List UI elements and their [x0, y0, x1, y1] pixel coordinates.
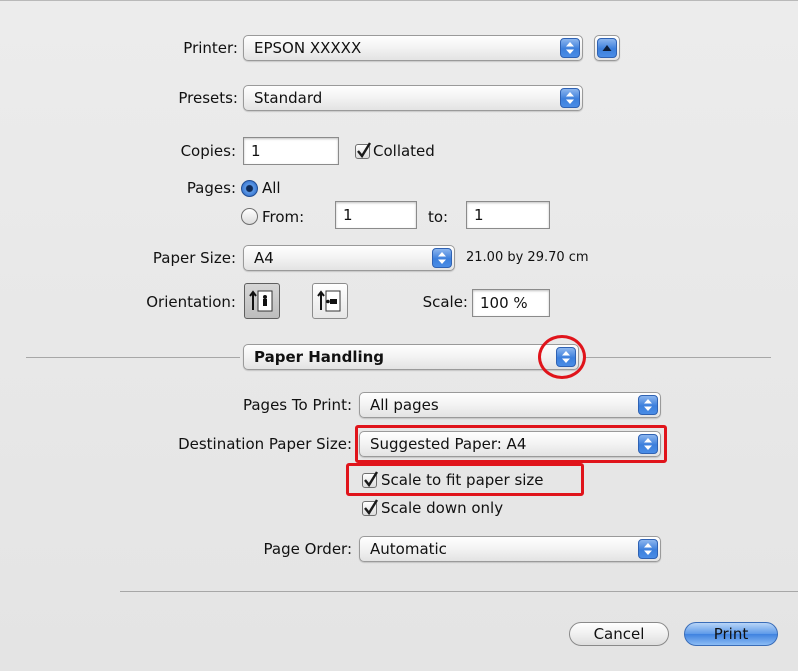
scale-down-only-label: Scale down only	[381, 499, 504, 517]
printer-label: Printer:	[183, 39, 238, 57]
portrait-icon	[249, 290, 273, 312]
checkmark-icon	[364, 499, 379, 516]
disclosure-triangle-icon	[597, 38, 617, 58]
scale-field[interactable]: 100 %	[472, 289, 550, 317]
page-order-popup[interactable]: Automatic	[359, 536, 661, 562]
popup-arrows-icon	[638, 395, 658, 415]
printer-popup[interactable]: EPSON XXXXX	[243, 35, 583, 61]
pages-to-print-label: Pages To Print:	[242, 396, 352, 414]
popup-arrows-icon	[638, 539, 658, 559]
popup-arrows-icon	[560, 88, 580, 108]
disclosure-button[interactable]	[594, 35, 620, 61]
paper-size-label: Paper Size:	[152, 249, 236, 267]
highlight-circle	[538, 335, 586, 379]
pages-from-field[interactable]: 1	[335, 201, 417, 229]
collated-label: Collated	[373, 142, 435, 160]
pages-all-radio[interactable]	[241, 180, 258, 197]
page-order-value: Automatic	[370, 540, 447, 558]
highlight-box-destination	[355, 425, 667, 463]
pages-to-label: to:	[428, 208, 449, 226]
pages-from-value: 1	[343, 206, 353, 224]
orientation-landscape-button[interactable]	[312, 283, 348, 319]
separator-left	[26, 357, 240, 358]
pages-label: Pages:	[186, 179, 236, 197]
presets-label: Presets:	[178, 89, 238, 107]
panel-popup[interactable]: Paper Handling	[243, 344, 579, 370]
copies-value: 1	[251, 142, 261, 160]
pages-from-radio[interactable]	[241, 208, 258, 225]
scale-label: Scale:	[422, 293, 468, 311]
collated-checkbox[interactable]	[355, 142, 372, 159]
orientation-label: Orientation:	[146, 293, 236, 311]
pages-from-label: From:	[262, 208, 305, 226]
paper-size-value: A4	[254, 249, 274, 267]
pages-to-field[interactable]: 1	[466, 201, 550, 229]
print-button[interactable]: Print	[684, 622, 778, 646]
highlight-box-scale-to-fit	[346, 463, 584, 496]
page-order-label: Page Order:	[263, 540, 353, 558]
orientation-portrait-button[interactable]	[244, 283, 280, 319]
popup-arrows-icon	[560, 38, 580, 58]
paper-dimensions: 21.00 by 29.70 cm	[466, 250, 589, 265]
pages-to-print-popup[interactable]: All pages	[359, 392, 661, 418]
panel-value: Paper Handling	[254, 348, 385, 366]
scale-down-only-checkbox[interactable]	[362, 499, 379, 516]
pages-all-label: All	[262, 179, 281, 197]
destination-paper-size-label: Destination Paper Size:	[178, 435, 352, 453]
checkmark-icon	[357, 142, 372, 159]
separator-right	[585, 357, 771, 358]
copies-field[interactable]: 1	[243, 137, 339, 165]
copies-label: Copies:	[180, 142, 236, 160]
popup-arrows-icon	[432, 248, 452, 268]
cancel-button[interactable]: Cancel	[569, 622, 669, 646]
printer-value: EPSON XXXXX	[254, 39, 362, 57]
pages-to-value: 1	[474, 206, 484, 224]
bottom-separator	[120, 591, 798, 592]
presets-value: Standard	[254, 89, 323, 107]
landscape-icon	[317, 290, 341, 312]
pages-to-print-value: All pages	[370, 396, 439, 414]
presets-popup[interactable]: Standard	[243, 85, 583, 111]
paper-size-popup[interactable]: A4	[243, 245, 455, 271]
print-dialog: Printer: EPSON XXXXX Presets: Standard C…	[0, 0, 798, 671]
scale-value: 100 %	[480, 294, 528, 312]
